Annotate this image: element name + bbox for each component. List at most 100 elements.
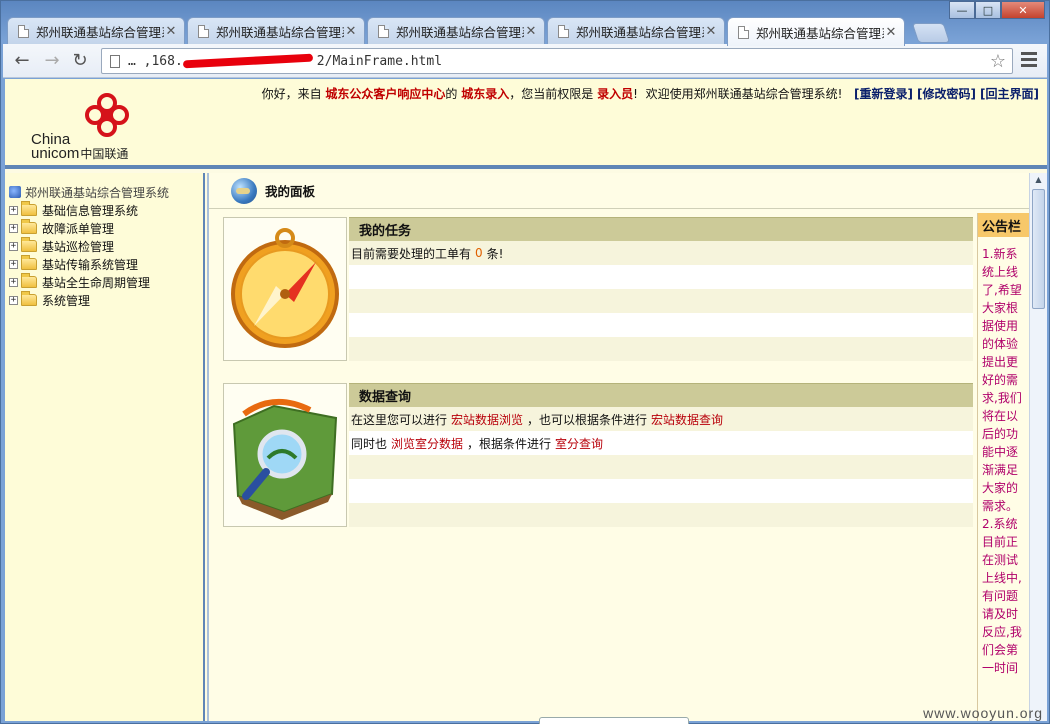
expand-icon[interactable]: +	[9, 205, 18, 215]
globe-icon	[231, 177, 257, 204]
address-bar[interactable]: … ,168. 2/MainFrame.html ☆	[101, 48, 1013, 74]
query-line1-prefix: 在这里您可以进行	[351, 412, 448, 427]
close-icon[interactable]: ✕	[884, 25, 898, 40]
query-line-1: 在这里您可以进行 宏站数据浏览 ，也可以根据条件进行 宏站数据查询	[349, 407, 973, 431]
browser-tab[interactable]: 郑州联通基站综合管理系 ✕	[7, 17, 185, 45]
empty-row	[349, 455, 973, 479]
tree-item-fault-dispatch[interactable]: + 故障派单管理	[9, 219, 169, 237]
tab-title: 郑州联通基站综合管理系	[216, 25, 344, 40]
folder-icon	[21, 255, 37, 270]
reload-icon[interactable]: ↻	[69, 50, 91, 72]
page-viewport: China unicom中国联通 你好，来自 城东公众客户响应中心的 城东录入，…	[5, 79, 1047, 721]
left-nav-tree: 郑州联通基站综合管理系统 + 基础信息管理系统 + 故障派单管理 + 基站巡检管理 +…	[5, 173, 205, 721]
empty-row	[349, 503, 973, 527]
browser-toolbar: ← → ↻ … ,168. 2/MainFrame.html ☆	[3, 44, 1047, 78]
browser-window: — □ ✕ 郑州联通基站综合管理系 ✕ 郑州联通基站综合管理系 ✕ 郑州联通基站…	[0, 0, 1050, 724]
tree-item-transmission[interactable]: + 基站传输系统管理	[9, 255, 169, 273]
close-icon[interactable]: ✕	[524, 24, 538, 39]
page-icon	[738, 25, 749, 39]
tree-item-label: 基站全生命周期管理	[42, 275, 151, 290]
status-bubble	[539, 717, 689, 724]
expand-icon[interactable]: +	[9, 295, 18, 305]
tab-title: 郑州联通基站综合管理系	[756, 25, 884, 41]
panel-header: 我的面板	[209, 173, 1031, 209]
logo-unicom-en: unicom	[31, 145, 80, 162]
main-panel: 我的面板 我的任务 目前需要处理的工单有 0 条! 数据查询 在这里您可以进行 …	[207, 173, 1031, 721]
macro-browse-link[interactable]: 宏站数据浏览	[451, 411, 523, 428]
macro-query-link[interactable]: 宏站数据查询	[651, 411, 723, 428]
indoor-query-link[interactable]: 室分查询	[555, 435, 603, 452]
new-tab-button[interactable]	[911, 23, 951, 43]
folder-icon	[21, 273, 37, 288]
welcome-of: 的	[445, 87, 458, 101]
close-icon[interactable]: ✕	[704, 24, 718, 39]
tree-item-system[interactable]: + 系统管理	[9, 291, 169, 309]
close-icon[interactable]: ✕	[344, 24, 358, 39]
indoor-browse-link[interactable]: 浏览室分数据	[391, 435, 463, 452]
computer-icon	[9, 186, 21, 198]
notice-text: 1.新系统上线了,希望大家根据使用的体验提出更好的需求,我们将在以后的功能中逐渐…	[982, 247, 1022, 675]
tree-item-label: 基站巡检管理	[42, 239, 115, 254]
relogin-link[interactable]: [重新登录]	[854, 87, 913, 101]
query-line-2: 同时也 浏览室分数据 ，根据条件进行 室分查询	[349, 431, 973, 455]
unicom-knot-icon	[85, 93, 129, 137]
welcome-system: 欢迎使用郑州联通基站综合管理系统!	[645, 87, 843, 101]
tree-item-basic-info[interactable]: + 基础信息管理系统	[9, 201, 169, 219]
watermark: www.wooyun.org	[923, 705, 1043, 721]
empty-row	[349, 289, 973, 313]
task-summary-row: 目前需要处理的工单有 0 条!	[349, 241, 973, 265]
query-line2-mid: ，根据条件进行	[467, 436, 552, 451]
browser-tab[interactable]: 郑州联通基站综合管理系 ✕	[187, 17, 365, 45]
expand-icon[interactable]: +	[9, 277, 18, 287]
expand-icon[interactable]: +	[9, 241, 18, 251]
tasks-rows: 目前需要处理的工单有 0 条!	[349, 241, 973, 361]
tasks-heading: 我的任务	[349, 217, 973, 241]
empty-row	[349, 479, 973, 503]
user-role: 录入员	[597, 87, 634, 101]
close-icon[interactable]: ✕	[164, 24, 178, 39]
task-line-prefix: 目前需要处理的工单有	[351, 246, 472, 261]
vertical-scrollbar[interactable]: ▲	[1029, 173, 1047, 721]
notice-board: 公告栏 1.新系统上线了,希望大家根据使用的体验提出更好的需求,我们将在以后的功…	[977, 213, 1029, 721]
empty-row	[349, 265, 973, 289]
compass-image	[223, 217, 347, 361]
home-link[interactable]: [回主界面]	[980, 87, 1039, 101]
browser-tab[interactable]: 郑州联通基站综合管理系 ✕	[547, 17, 725, 45]
change-password-link[interactable]: [修改密码]	[917, 87, 976, 101]
unicom-logo: China unicom中国联通	[31, 89, 151, 162]
tree-item-lifecycle[interactable]: + 基站全生命周期管理	[9, 273, 169, 291]
tree-item-inspection[interactable]: + 基站巡检管理	[9, 237, 169, 255]
scroll-up-icon[interactable]: ▲	[1030, 173, 1047, 187]
welcome-bar: 你好，来自 城东公众客户响应中心的 城东录入，您当前权限是 录入员! 欢迎使用郑…	[262, 85, 1039, 102]
tree-root[interactable]: 郑州联通基站综合管理系统	[9, 183, 169, 201]
back-arrow-icon[interactable]: ←	[11, 50, 33, 72]
expand-icon[interactable]: +	[9, 259, 18, 269]
url-text: … ,168. 2/MainFrame.html	[128, 54, 442, 69]
pending-count[interactable]: 0	[475, 246, 483, 260]
redaction-mark	[182, 53, 313, 69]
tree-item-label: 故障派单管理	[42, 221, 115, 236]
logo-unicom-cn: 中国联通	[80, 147, 129, 161]
welcome-prefix: 你好，来自	[261, 87, 322, 101]
expand-icon[interactable]: +	[9, 223, 18, 233]
tab-title: 郑州联通基站综合管理系	[576, 25, 704, 40]
query-heading: 数据查询	[349, 383, 973, 407]
browser-tab-active[interactable]: 郑州联通基站综合管理系 ✕	[727, 17, 905, 46]
page-icon	[110, 54, 120, 68]
forward-arrow-icon[interactable]: →	[41, 50, 63, 72]
bookmark-star-icon[interactable]: ☆	[990, 51, 1006, 72]
user-dept: 城东录入	[461, 87, 510, 101]
url-suffix: 2/MainFrame.html	[316, 53, 443, 69]
browser-tab[interactable]: 郑州联通基站综合管理系 ✕	[367, 17, 545, 45]
task-line-suffix: 条!	[486, 246, 504, 261]
page-icon	[558, 25, 569, 38]
page-icon	[18, 25, 29, 38]
menu-icon[interactable]	[1021, 52, 1037, 70]
tab-title: 郑州联通基站综合管理系	[396, 25, 524, 40]
folder-icon	[21, 291, 37, 306]
scroll-thumb[interactable]	[1032, 189, 1045, 309]
notice-heading: 公告栏	[978, 213, 1029, 237]
logo-unicom-text: unicom中国联通	[31, 145, 129, 162]
page-header: China unicom中国联通 你好，来自 城东公众客户响应中心的 城东录入，…	[5, 79, 1047, 169]
folder-icon	[21, 237, 37, 252]
